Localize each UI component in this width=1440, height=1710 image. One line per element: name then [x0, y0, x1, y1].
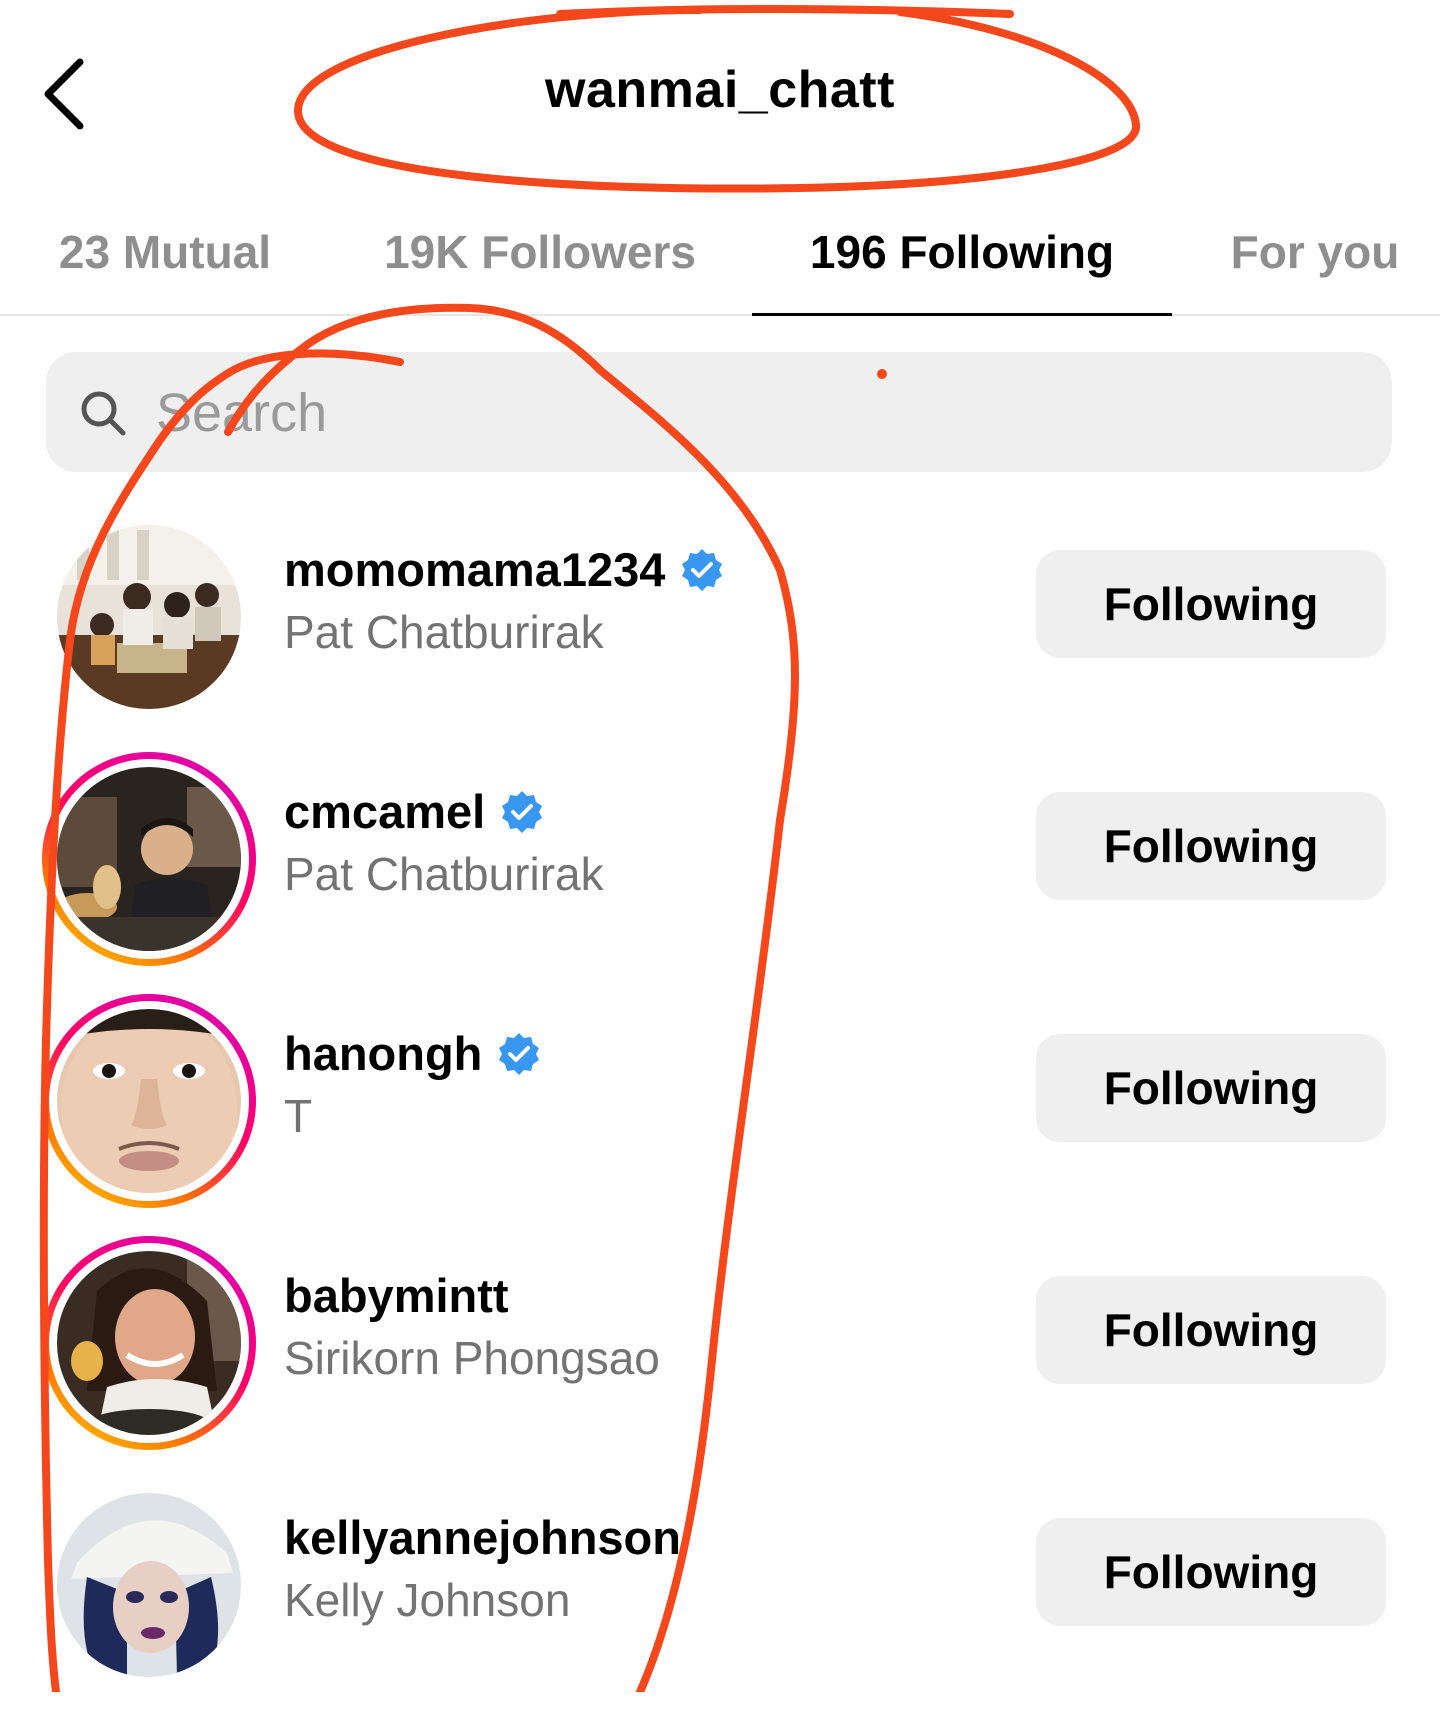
full-name: Pat Chatburirak — [284, 606, 604, 658]
verified-badge-icon — [502, 791, 543, 833]
header-bar: wanmai_chatt — [0, 0, 1440, 190]
avatar-story-ring[interactable] — [42, 994, 256, 1208]
profile-username-title: wanmai_chatt — [545, 61, 895, 119]
list-item[interactable]: momomama1234 Pat Chatburirak Following — [0, 500, 1440, 742]
username[interactable]: momomama1234 — [284, 540, 665, 600]
following-button[interactable]: Following — [1036, 550, 1386, 658]
full-name: Pat Chatburirak — [284, 848, 604, 900]
following-button[interactable]: Following — [1036, 1518, 1386, 1626]
avatar-story-ring[interactable] — [42, 752, 256, 966]
username[interactable]: babymintt — [284, 1266, 509, 1326]
username[interactable]: cmcamel — [284, 782, 485, 842]
verified-badge-icon — [499, 1033, 540, 1075]
tab-following[interactable]: 196 Following — [752, 190, 1172, 316]
tab-followers[interactable]: 19K Followers — [360, 190, 720, 314]
avatar-story-ring[interactable] — [42, 1236, 256, 1450]
following-button[interactable]: Following — [1036, 1276, 1386, 1384]
tab-mutual[interactable]: 23 Mutual — [20, 190, 310, 314]
tab-bar: 23 Mutual 19K Followers 196 Following Fo… — [0, 190, 1440, 316]
tab-for-you[interactable]: For you — [1200, 190, 1430, 314]
list-item[interactable]: babymintt Sirikorn Phongsao Following — [0, 1226, 1440, 1468]
list-item[interactable]: kellyannejohnson Kelly Johnson Following — [0, 1468, 1440, 1710]
avatar-photo — [57, 1251, 241, 1435]
list-item[interactable]: hanongh T Following — [0, 984, 1440, 1226]
avatar-photo — [57, 767, 241, 951]
following-button[interactable]: Following — [1036, 1034, 1386, 1142]
avatar[interactable] — [42, 1478, 256, 1692]
avatar-photo — [57, 1493, 241, 1677]
list-item[interactable]: cmcamel Pat Chatburirak Following — [0, 742, 1440, 984]
username[interactable]: kellyannejohnson — [284, 1508, 681, 1568]
verified-badge-icon — [682, 549, 723, 591]
full-name: Kelly Johnson — [284, 1574, 571, 1626]
username[interactable]: hanongh — [284, 1024, 482, 1084]
avatar-photo — [57, 525, 241, 709]
search-bar[interactable] — [46, 352, 1392, 474]
full-name: Sirikorn Phongsao — [284, 1332, 660, 1384]
search-input[interactable] — [154, 352, 1358, 474]
avatar-photo — [57, 1009, 241, 1193]
full-name: T — [284, 1090, 313, 1142]
avatar[interactable] — [42, 510, 256, 724]
search-icon — [81, 391, 126, 436]
following-button[interactable]: Following — [1036, 792, 1386, 900]
